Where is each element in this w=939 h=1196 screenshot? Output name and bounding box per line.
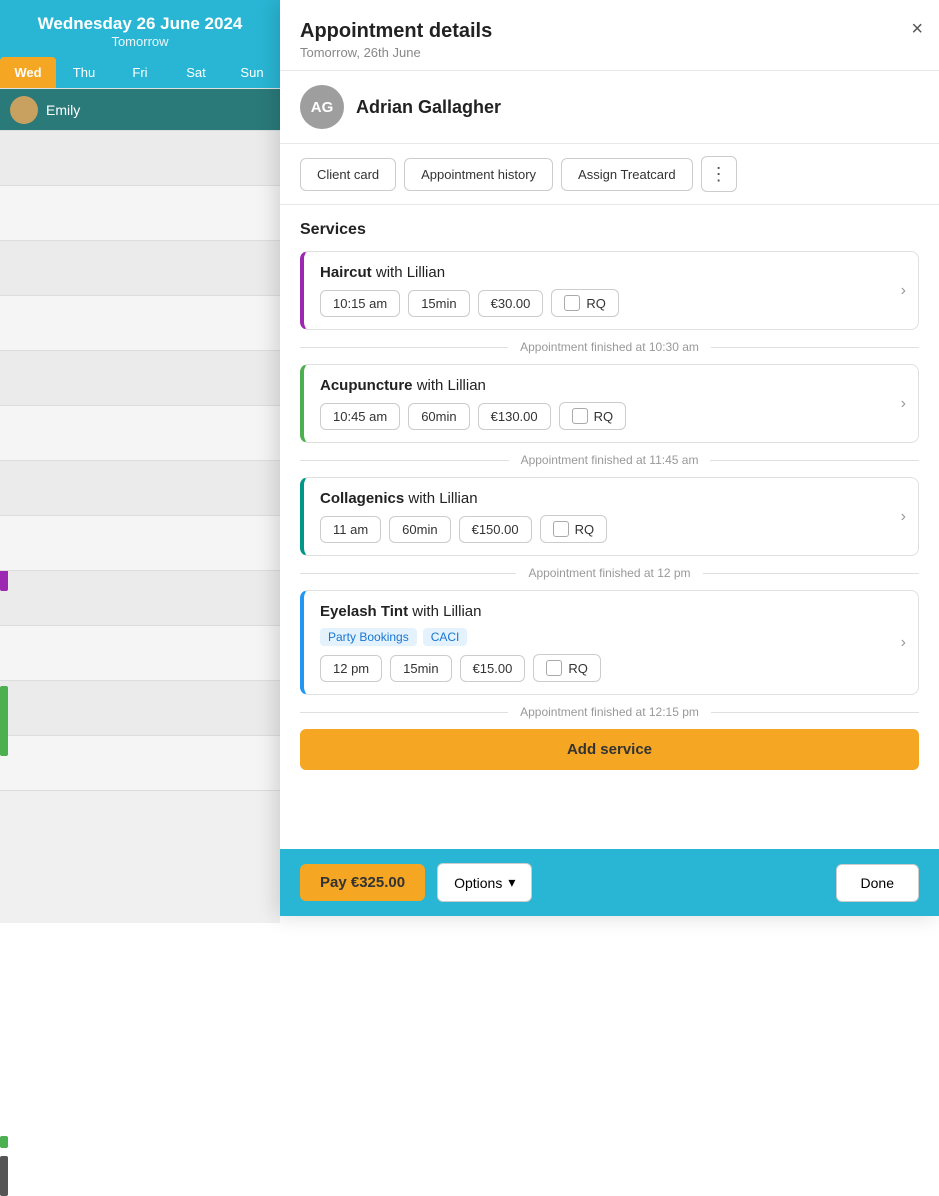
- divider-eyelash-tint: Appointment finished at 12:15 pm: [300, 705, 919, 719]
- calendar-row-10: [0, 626, 280, 681]
- service-rq-collagenics[interactable]: RQ: [540, 515, 608, 543]
- service-time-eyelash-tint[interactable]: 12 pm: [320, 655, 382, 682]
- done-button[interactable]: Done: [836, 864, 919, 902]
- calendar-row-2: [0, 186, 280, 241]
- service-duration-acupuncture[interactable]: 60min: [408, 403, 469, 430]
- calendar-date: Wednesday 26 June 2024: [8, 14, 272, 34]
- service-price-eyelash-tint[interactable]: €15.00: [460, 655, 526, 682]
- calendar-row-9: [0, 571, 280, 626]
- options-label: Options: [454, 875, 502, 891]
- service-name-collagenics: Collagenics with Lillian: [320, 490, 902, 507]
- service-price-haircut[interactable]: €30.00: [478, 290, 544, 317]
- chevron-right-icon-collagenics: ›: [901, 508, 906, 526]
- chevron-right-icon-acupuncture: ›: [901, 395, 906, 413]
- tag-party-bookings: Party Bookings: [320, 628, 417, 646]
- service-pills-haircut: 10:15 am 15min €30.00 RQ: [320, 289, 902, 317]
- divider-collagenics: Appointment finished at 12 pm: [300, 566, 919, 580]
- rq-label-collagenics: RQ: [575, 522, 595, 537]
- day-tab-sun[interactable]: Sun: [224, 57, 280, 88]
- modal-title: Appointment details: [300, 20, 919, 43]
- calendar-row-12: [0, 736, 280, 791]
- service-card-haircut[interactable]: Haircut with Lillian 10:15 am 15min €30.…: [300, 251, 919, 330]
- calendar-row-3: [0, 241, 280, 296]
- dark-event-bar: [0, 1156, 8, 1196]
- service-time-collagenics[interactable]: 11 am: [320, 516, 381, 543]
- action-buttons: Client card Appointment history Assign T…: [280, 144, 939, 205]
- day-tabs: Wed Thu Fri Sat Sun: [0, 57, 280, 89]
- appointment-details-panel: Appointment details Tomorrow, 26th June …: [280, 0, 939, 916]
- client-avatar: AG: [300, 85, 344, 129]
- calendar-row-8: [0, 516, 280, 571]
- rq-label-acupuncture: RQ: [594, 409, 614, 424]
- client-card-button[interactable]: Client card: [300, 158, 396, 191]
- close-button[interactable]: ×: [911, 18, 923, 41]
- service-duration-eyelash-tint[interactable]: 15min: [390, 655, 451, 682]
- rq-checkbox-acupuncture[interactable]: [572, 408, 588, 424]
- chevron-down-icon: ▾: [508, 874, 515, 891]
- chevron-right-icon-eyelash-tint: ›: [901, 634, 906, 652]
- emily-row[interactable]: Emily: [0, 89, 280, 131]
- service-name-haircut: Haircut with Lillian: [320, 264, 902, 281]
- service-time-haircut[interactable]: 10:15 am: [320, 290, 400, 317]
- add-service-button[interactable]: Add service: [300, 729, 919, 770]
- modal-footer: Pay €325.00 Options ▾ Done: [280, 849, 939, 916]
- calendar-date-sub: Tomorrow: [8, 34, 272, 49]
- calendar-row-11: [0, 681, 280, 736]
- service-price-acupuncture[interactable]: €130.00: [478, 403, 551, 430]
- rq-checkbox-eyelash-tint[interactable]: [546, 660, 562, 676]
- service-rq-acupuncture[interactable]: RQ: [559, 402, 627, 430]
- calendar-header: Wednesday 26 June 2024 Tomorrow: [0, 0, 280, 57]
- divider-acupuncture: Appointment finished at 11:45 am: [300, 453, 919, 467]
- service-rq-haircut[interactable]: RQ: [551, 289, 619, 317]
- service-name-eyelash-tint: Eyelash Tint with Lillian: [320, 603, 902, 620]
- service-time-acupuncture[interactable]: 10:45 am: [320, 403, 400, 430]
- service-price-collagenics[interactable]: €150.00: [459, 516, 532, 543]
- day-tab-thu[interactable]: Thu: [56, 57, 112, 88]
- day-tab-wed[interactable]: Wed: [0, 57, 56, 88]
- service-tags-eyelash-tint: Party Bookings CACI: [320, 628, 902, 646]
- rq-label-eyelash-tint: RQ: [568, 661, 588, 676]
- calendar-row-1: [0, 131, 280, 186]
- modal-subtitle: Tomorrow, 26th June: [300, 45, 919, 60]
- green-event-dot2: [0, 1136, 8, 1148]
- service-pills-eyelash-tint: 12 pm 15min €15.00 RQ: [320, 654, 902, 682]
- three-dots-icon: ⋮: [710, 164, 728, 185]
- day-tab-sat[interactable]: Sat: [168, 57, 224, 88]
- service-pills-acupuncture: 10:45 am 60min €130.00 RQ: [320, 402, 902, 430]
- services-area: Services Haircut with Lillian 10:15 am 1…: [280, 205, 939, 849]
- calendar-row-7: [0, 461, 280, 516]
- client-row: AG Adrian Gallagher: [280, 71, 939, 144]
- appointment-history-button[interactable]: Appointment history: [404, 158, 553, 191]
- calendar-body: Emily: [0, 89, 280, 923]
- more-options-button[interactable]: ⋮: [701, 156, 737, 192]
- calendar-row-6: [0, 406, 280, 461]
- rq-checkbox-haircut[interactable]: [564, 295, 580, 311]
- service-duration-collagenics[interactable]: 60min: [389, 516, 450, 543]
- modal-header: Appointment details Tomorrow, 26th June …: [280, 0, 939, 71]
- calendar-row-4: [0, 296, 280, 351]
- calendar-sidebar: Wednesday 26 June 2024 Tomorrow Wed Thu …: [0, 0, 280, 916]
- service-duration-haircut[interactable]: 15min: [408, 290, 469, 317]
- rq-checkbox-collagenics[interactable]: [553, 521, 569, 537]
- pay-button[interactable]: Pay €325.00: [300, 864, 425, 901]
- rq-label-haircut: RQ: [586, 296, 606, 311]
- services-title: Services: [300, 221, 919, 239]
- service-card-eyelash-tint[interactable]: Eyelash Tint with Lillian Party Bookings…: [300, 590, 919, 695]
- service-rq-eyelash-tint[interactable]: RQ: [533, 654, 601, 682]
- chevron-right-icon-haircut: ›: [901, 282, 906, 300]
- calendar-row-5: [0, 351, 280, 406]
- green-event-bar: [0, 686, 8, 756]
- emily-avatar: [10, 96, 38, 124]
- options-button[interactable]: Options ▾: [437, 863, 532, 902]
- divider-haircut: Appointment finished at 10:30 am: [300, 340, 919, 354]
- client-name: Adrian Gallagher: [356, 97, 501, 118]
- service-card-collagenics[interactable]: Collagenics with Lillian 11 am 60min €15…: [300, 477, 919, 556]
- tag-caci: CACI: [423, 628, 468, 646]
- day-tab-fri[interactable]: Fri: [112, 57, 168, 88]
- emily-name: Emily: [46, 102, 80, 118]
- service-pills-collagenics: 11 am 60min €150.00 RQ: [320, 515, 902, 543]
- assign-treatcard-button[interactable]: Assign Treatcard: [561, 158, 693, 191]
- service-name-acupuncture: Acupuncture with Lillian: [320, 377, 902, 394]
- service-card-acupuncture[interactable]: Acupuncture with Lillian 10:45 am 60min …: [300, 364, 919, 443]
